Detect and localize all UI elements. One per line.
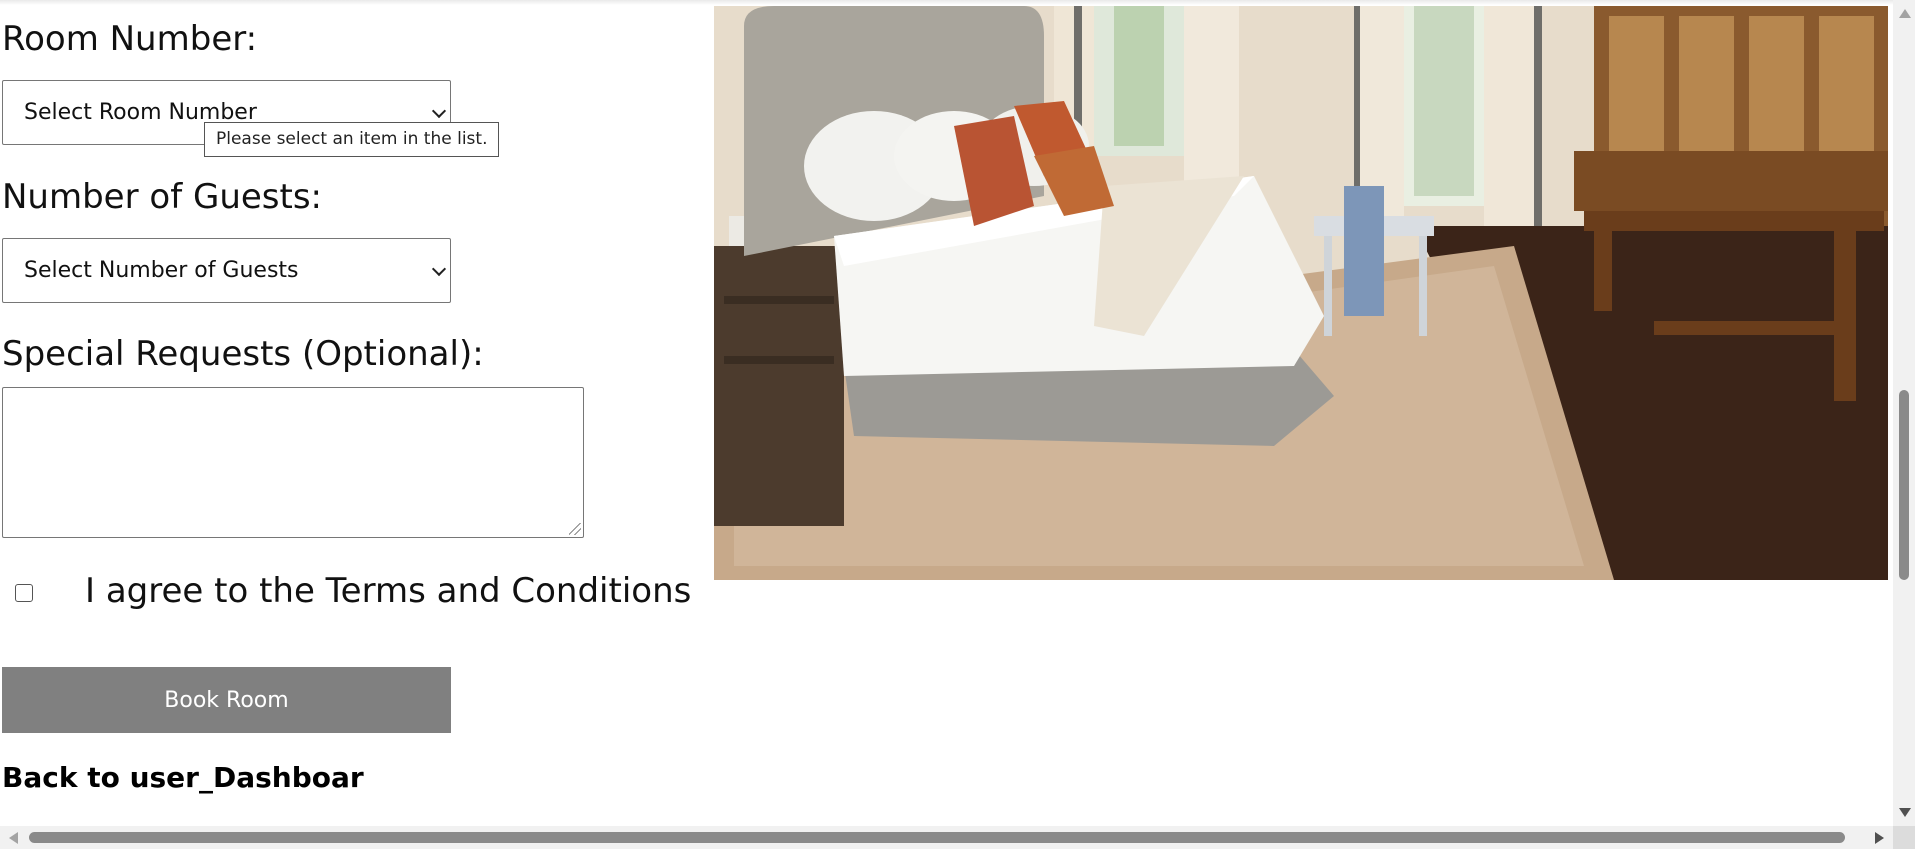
top-edge-shadow [0, 0, 1915, 5]
resize-grip-icon[interactable] [569, 523, 581, 535]
book-room-button[interactable]: Book Room [2, 667, 451, 733]
validation-tooltip: Please select an item in the list. [204, 122, 500, 157]
terms-label: I agree to the Terms and Conditions [85, 571, 692, 611]
scrollbar-corner [1893, 826, 1915, 849]
guests-label: Number of Guests: [2, 177, 322, 217]
scroll-up-arrow-icon[interactable] [1899, 9, 1911, 18]
room-number-label: Room Number: [2, 19, 258, 59]
chevron-down-icon [431, 261, 447, 276]
terms-checkbox[interactable] [15, 584, 33, 602]
bedroom-photo [714, 6, 1888, 580]
guests-select-value: Select Number of Guests [24, 258, 299, 283]
special-requests-textarea[interactable] [2, 387, 584, 538]
horizontal-scrollbar[interactable] [0, 826, 1893, 849]
booking-page: Room Number: Select Room Number Please s… [0, 0, 1915, 849]
scroll-right-arrow-icon[interactable] [1875, 832, 1884, 844]
chevron-down-icon [431, 103, 447, 118]
scroll-down-arrow-icon[interactable] [1899, 808, 1911, 817]
horizontal-scrollbar-thumb[interactable] [29, 832, 1845, 843]
back-to-dashboard-link[interactable]: Back to user_Dashboar [2, 760, 364, 796]
vertical-scrollbar[interactable] [1893, 0, 1915, 826]
special-requests-label: Special Requests (Optional): [2, 334, 484, 374]
vertical-scrollbar-thumb[interactable] [1899, 390, 1909, 580]
guests-select[interactable]: Select Number of Guests [2, 238, 451, 303]
scroll-left-arrow-icon[interactable] [9, 832, 18, 844]
